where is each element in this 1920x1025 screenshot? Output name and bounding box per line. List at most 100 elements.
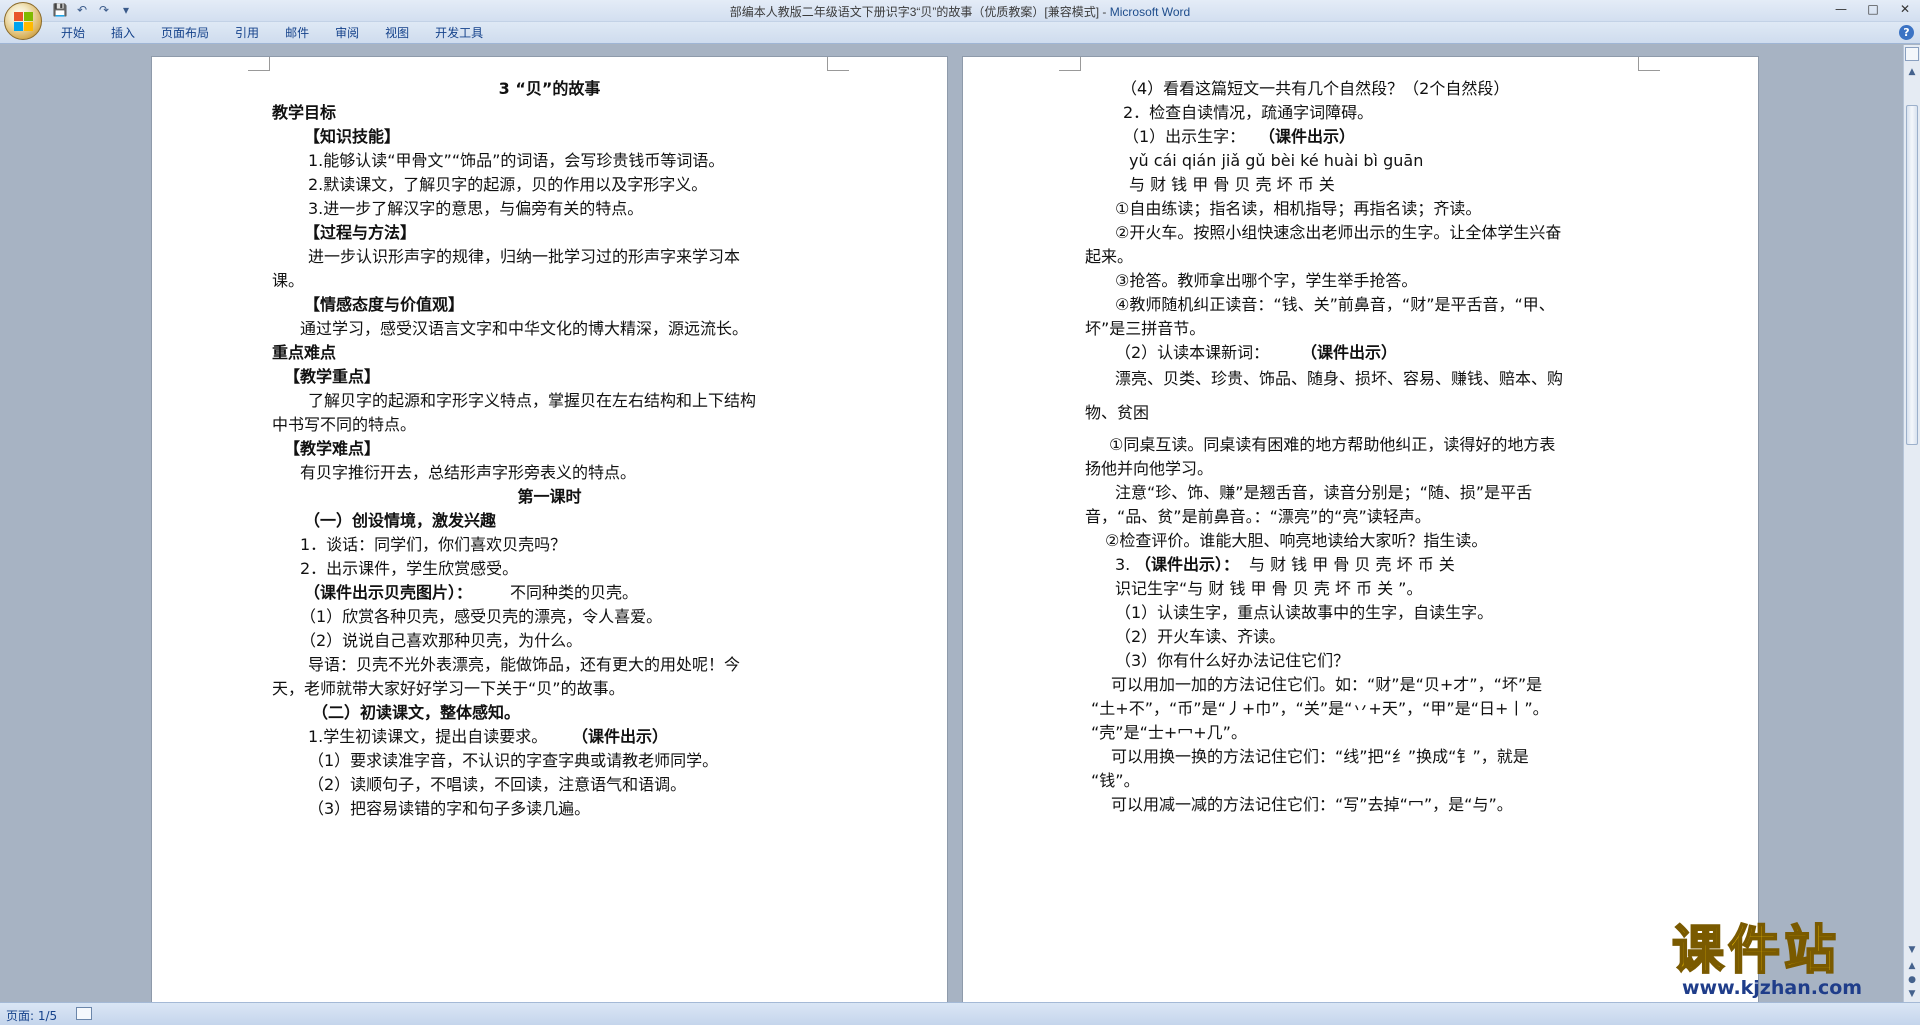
view-ruler-icon[interactable] xyxy=(1905,47,1919,61)
window-title: 部编本人教版二年级语文下册识字3“贝”的故事（优质教案）[兼容模式] - Mic… xyxy=(0,3,1920,20)
text-line: 通过学习，感受汉语言文字和中华文化的博大精深，源远流长。 xyxy=(300,319,749,338)
text-line: （3）把容易读错的字和句子多读几遍。 xyxy=(308,799,591,818)
ribbon-tab[interactable]: 审阅 xyxy=(322,25,372,41)
text-line: 漂亮、贝类、珍贵、饰品、随身、损坏、容易、赚钱、赔本、购 xyxy=(1115,369,1564,388)
ribbon-tab[interactable]: 页面布局 xyxy=(148,25,222,41)
ribbon-tab[interactable]: 引用 xyxy=(222,25,272,41)
page-count[interactable]: 页面: 1/5 xyxy=(6,1007,57,1024)
text-line: 3.进一步了解汉字的意思，与偏旁有关的特点。 xyxy=(308,199,644,218)
text-line: 第一课时 xyxy=(517,487,582,506)
text-line: yǔ cái qián jiǎ gǔ bèi ké huài bì guān xyxy=(1129,151,1424,170)
text-line: 2．出示课件，学生欣赏感受。 xyxy=(300,559,519,578)
text-line: ②开火车。按照小组快速念出老师出示的生字。让全体学生兴奋 xyxy=(1115,223,1562,242)
margin-corner-mark xyxy=(827,57,849,71)
text-line: 可以用减一减的方法记住它们：“写”去掉“冖”，是“与”。 xyxy=(1111,795,1513,814)
text-line: （课件出示） xyxy=(572,727,669,746)
text-line: （2）读顺句子，不唱读，不回读，注意语气和语调。 xyxy=(308,775,687,794)
ribbon-tab-list: 开始 插入 页面布局 引用 邮件 审阅 视图 开发工具 xyxy=(48,25,496,41)
text-line: 天，老师就带大家好好学习一下关于“贝”的故事。 xyxy=(272,679,625,698)
text-line: 教学目标 xyxy=(272,103,337,122)
margin-corner-mark xyxy=(1638,57,1660,71)
help-icon[interactable]: ? xyxy=(1899,25,1914,40)
app-name: Microsoft Word xyxy=(1109,5,1191,19)
text-line: 不同种类的贝壳。 xyxy=(510,583,639,602)
text-line: 2.默读课文，了解贝字的起源，贝的作用以及字形字义。 xyxy=(308,175,708,194)
site-watermark: 课件站 www.kjzhan.com xyxy=(1668,921,1908,999)
text-line: 可以用换一换的方法记住它们：“线”把“纟”换成“钅”，就是 xyxy=(1111,747,1529,766)
text-line: 【教学难点】 xyxy=(284,439,381,458)
text-line: 1．谈话：同学们，你们喜欢贝壳吗？ xyxy=(300,535,567,554)
maximize-icon[interactable]: □ xyxy=(1864,2,1882,16)
text-line: 【教学重点】 xyxy=(284,367,381,386)
scroll-up-icon[interactable]: ▲ xyxy=(1905,65,1919,79)
text-line: 中书写不同的特点。 xyxy=(272,415,417,434)
title-bar: 💾 ↶ ↷ ▾ 部编本人教版二年级语文下册识字3“贝”的故事（优质教案）[兼容模… xyxy=(0,0,1920,22)
text-line: ①自由练读；指名读，相机指导；再指名读；齐读。 xyxy=(1115,199,1482,218)
ribbon-tab[interactable]: 开发工具 xyxy=(422,25,496,41)
document-page-1[interactable]: 3 “贝”的故事教学目标【知识技能】 1.能够认读“甲骨文”“饰品”的词语，会写珍… xyxy=(152,57,947,1002)
watermark-url: www.kjzhan.com xyxy=(1682,977,1863,999)
text-line: （2）开火车读、齐读。 xyxy=(1115,627,1286,646)
proofing-icon[interactable] xyxy=(76,1007,92,1020)
scrollbar-thumb[interactable] xyxy=(1906,105,1918,445)
text-line: 了解贝字的起源和字形字义特点，掌握贝在左右结构和上下结构 xyxy=(308,391,757,410)
text-line: 物、贫困 xyxy=(1085,403,1150,422)
text-line: 识记生字“与 财 钱 甲 骨 贝 壳 坏 币 关 ”。 xyxy=(1115,579,1423,598)
text-line: （课件出示） xyxy=(1259,127,1356,146)
ribbon-tab[interactable]: 视图 xyxy=(372,25,422,41)
text-line: （1）要求读准字音，不认识的字查字典或请教老师同学。 xyxy=(308,751,719,770)
text-line: 扬他并向他学习。 xyxy=(1085,459,1214,478)
text-line: （课件出示）： xyxy=(1135,555,1240,574)
status-bar: 页面: 1/5 xyxy=(0,1002,1920,1025)
text-line: （4）看看这篇短文一共有几个自然段？（2个自然段） xyxy=(1121,79,1510,98)
office-button[interactable] xyxy=(4,2,42,40)
text-line: 【过程与方法】 xyxy=(304,223,417,242)
text-line: 3 “贝”的故事 xyxy=(498,79,601,98)
vertical-scrollbar[interactable]: ▲ ▼ ▲ ● ▼ xyxy=(1903,45,1920,1002)
text-line: 与 财 钱 甲 骨 贝 壳 坏 币 关 xyxy=(1129,175,1335,194)
text-line: 【知识技能】 xyxy=(304,127,401,146)
office-logo-icon xyxy=(14,12,34,32)
margin-corner-mark xyxy=(1059,57,1081,71)
text-line: 起来。 xyxy=(1085,247,1134,266)
margin-corner-mark xyxy=(248,57,270,71)
text-line: ①同桌互读。同桌读有困难的地方帮助他纠正，读得好的地方表 xyxy=(1109,435,1556,454)
text-line: 1.学生初读课文，提出自读要求。 xyxy=(308,727,548,746)
document-title: 部编本人教版二年级语文下册识字3“贝”的故事（优质教案）[兼容模式] - xyxy=(729,5,1110,19)
text-line: ④教师随机纠正读音：“钱、关”前鼻音，“财”是平舌音，“甲、 xyxy=(1115,295,1555,314)
text-line: （课件出示贝壳图片）： xyxy=(304,583,473,602)
ribbon-tab[interactable]: 插入 xyxy=(98,25,148,41)
text-line: 进一步认识形声字的规律，归纳一批学习过的形声字来学习本 xyxy=(308,247,741,266)
text-line: 注意“珍、饰、赚”是翘舌音，读音分别是；“随、损”是平舌 xyxy=(1115,483,1533,502)
text-line: 课。 xyxy=(272,271,305,290)
text-line: 1.能够认读“甲骨文”“饰品”的词语，会写珍贵钱币等词语。 xyxy=(308,151,725,170)
document-page-2[interactable]: （4）看看这篇短文一共有几个自然段？（2个自然段） 2．检查自读情况，疏通字词障碍… xyxy=(963,57,1758,1002)
window-controls: — □ ✕ xyxy=(1832,2,1914,16)
text-line: 坏”是三拼音节。 xyxy=(1085,319,1206,338)
text-line: 3. xyxy=(1115,555,1131,574)
text-line: 重点难点 xyxy=(272,343,337,362)
text-line: （1）欣赏各种贝壳，感受贝壳的漂亮，令人喜爱。 xyxy=(300,607,663,626)
text-line: 【情感态度与价值观】 xyxy=(304,295,465,314)
watermark-text: 课件站 xyxy=(1671,921,1841,981)
text-line: ③抢答。教师拿出哪个字，学生举手抢答。 xyxy=(1115,271,1418,290)
text-line: （一）创设情境，激发兴趣 xyxy=(304,511,497,530)
ribbon-tab[interactable]: 开始 xyxy=(48,25,98,41)
text-line: （2）说说自己喜欢那种贝壳，为什么。 xyxy=(300,631,583,650)
text-line: 有贝字推衍开去，总结形声字形旁表义的特点。 xyxy=(300,463,637,482)
text-line: ②检查评价。谁能大胆、响亮地读给大家听？指生读。 xyxy=(1105,531,1488,550)
text-line: 导语：贝壳不光外表漂亮，能做饰品，还有更大的用处呢！今 xyxy=(308,655,741,674)
text-line: （2）认读本课新词： xyxy=(1115,343,1270,362)
text-line: （课件出示） xyxy=(1301,343,1398,362)
close-icon[interactable]: ✕ xyxy=(1896,2,1914,16)
text-line: “壳”是“士+冖+几”。 xyxy=(1091,723,1247,742)
minimize-icon[interactable]: — xyxy=(1832,2,1850,16)
ribbon-tab[interactable]: 邮件 xyxy=(272,25,322,41)
text-line: “钱”。 xyxy=(1091,771,1140,790)
text-line: 2．检查自读情况，疏通字词障碍。 xyxy=(1123,103,1374,122)
text-line: 可以用加一加的方法记住它们。如：“财”是“贝+才”，“坏”是 xyxy=(1111,675,1543,694)
text-line: （二）初读课文，整体感知。 xyxy=(312,703,521,722)
document-workspace[interactable]: 3 “贝”的故事教学目标【知识技能】 1.能够认读“甲骨文”“饰品”的词语，会写珍… xyxy=(0,45,1903,1002)
text-line: 与 财 钱 甲 骨 贝 壳 坏 币 关 xyxy=(1249,555,1455,574)
text-line: （1）出示生字： xyxy=(1123,127,1246,146)
